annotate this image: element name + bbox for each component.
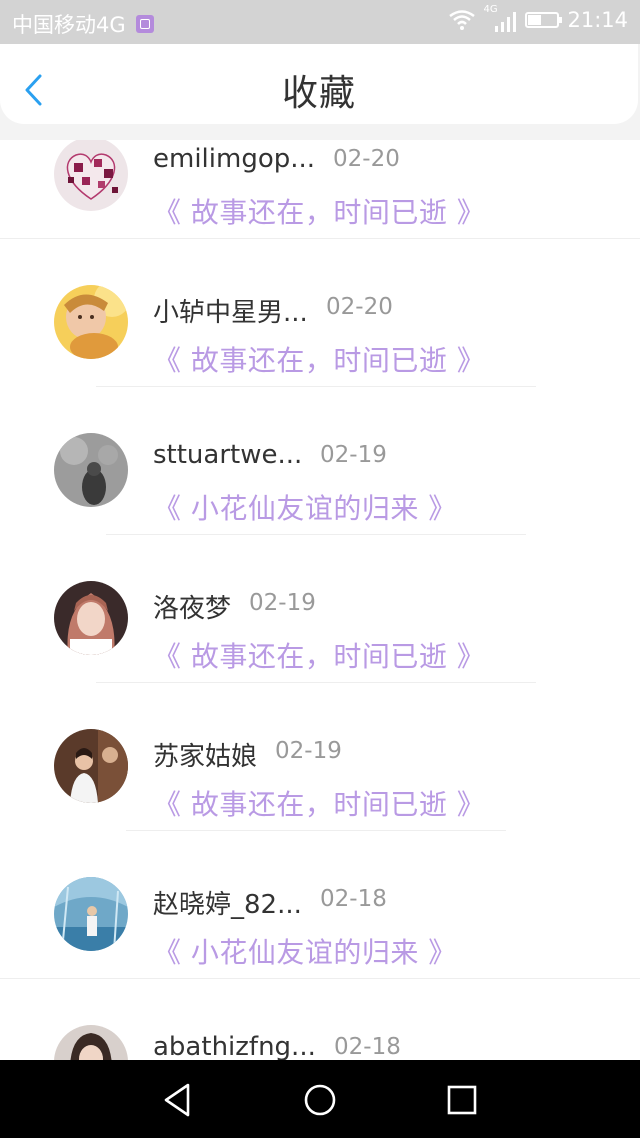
- gallery-notification-icon: [135, 15, 154, 33]
- story-link[interactable]: 《 故事还在，时间已逝 》: [153, 635, 485, 675]
- favorites-list[interactable]: emilimgop... 02-20 《 故事还在，时间已逝 》 小轳中星男..…: [0, 140, 640, 1060]
- list-item[interactable]: sttuartwe... 02-19 《 小花仙友谊的归来 》: [0, 387, 640, 535]
- signal-group: 4G: [483, 4, 517, 32]
- square-recents-icon: [447, 1085, 477, 1115]
- list-item[interactable]: abathizfng... 02-18: [0, 979, 640, 1060]
- list-item[interactable]: 苏家姑娘 02-19 《 故事还在，时间已逝 》: [0, 683, 640, 831]
- username: 洛夜梦: [153, 594, 232, 624]
- date: 02-18: [334, 1034, 401, 1060]
- username: abathizfng...: [153, 1032, 316, 1060]
- triangle-back-icon: [164, 1083, 190, 1117]
- nav-back-button[interactable]: [158, 1080, 198, 1120]
- clock: 21:14: [567, 8, 628, 32]
- date: 02-19: [320, 442, 387, 468]
- story-link[interactable]: 《 小花仙友谊的归来 》: [153, 487, 457, 527]
- circle-home-icon: [304, 1084, 336, 1116]
- carrier-label: 中国移动4G: [12, 13, 126, 37]
- status-left: 中国移动4G: [12, 9, 154, 39]
- system-nav-bar: [0, 1060, 640, 1138]
- header: 收藏: [0, 44, 640, 140]
- favorites-list-content: emilimgop... 02-20 《 故事还在，时间已逝 》 小轳中星男..…: [0, 140, 640, 1060]
- nav-home-button[interactable]: [300, 1080, 340, 1120]
- story-link[interactable]: 《 故事还在，时间已逝 》: [153, 339, 485, 379]
- date: 02-19: [275, 738, 342, 764]
- avatar[interactable]: [54, 140, 128, 211]
- avatar[interactable]: [54, 729, 128, 803]
- nav-recents-button[interactable]: [442, 1080, 482, 1120]
- header-card: 收藏: [0, 44, 638, 124]
- favorites-screen: 中国移动4G 4G 21:14 收藏 emilimgop... 02-20 《 …: [0, 0, 640, 1138]
- avatar[interactable]: [54, 433, 128, 507]
- username: sttuartwe...: [153, 440, 303, 470]
- date: 02-20: [326, 294, 393, 320]
- date: 02-18: [320, 886, 387, 912]
- date: 02-20: [333, 146, 400, 172]
- avatar[interactable]: [54, 1025, 128, 1060]
- avatar[interactable]: [54, 581, 128, 655]
- battery-icon: [525, 12, 563, 28]
- list-item[interactable]: 赵晓婷_82... 02-18 《 小花仙友谊的归来 》: [0, 831, 640, 979]
- story-link[interactable]: 《 小花仙友谊的归来 》: [153, 931, 457, 971]
- battery-fill: [528, 15, 542, 25]
- signal-strength-icon: [495, 12, 517, 32]
- list-item[interactable]: 小轳中星男... 02-20 《 故事还在，时间已逝 》: [0, 239, 640, 387]
- story-link[interactable]: 《 故事还在，时间已逝 》: [153, 783, 485, 823]
- status-bar: 中国移动4G 4G 21:14: [0, 0, 640, 44]
- avatar[interactable]: [54, 285, 128, 359]
- story-link[interactable]: 《 故事还在，时间已逝 》: [153, 191, 485, 231]
- avatar[interactable]: [54, 877, 128, 951]
- username: 小轳中星男...: [153, 298, 308, 328]
- date: 02-19: [249, 590, 316, 616]
- page-title: 收藏: [281, 73, 356, 114]
- username: 赵晓婷_82...: [153, 890, 302, 920]
- list-item[interactable]: 洛夜梦 02-19 《 故事还在，时间已逝 》: [0, 535, 640, 683]
- wifi-icon: [449, 10, 476, 30]
- username: 苏家姑娘: [153, 742, 258, 772]
- status-right: 4G 21:14: [449, 4, 628, 32]
- list-item[interactable]: emilimgop... 02-20 《 故事还在，时间已逝 》: [0, 140, 640, 239]
- username: emilimgop...: [153, 144, 316, 174]
